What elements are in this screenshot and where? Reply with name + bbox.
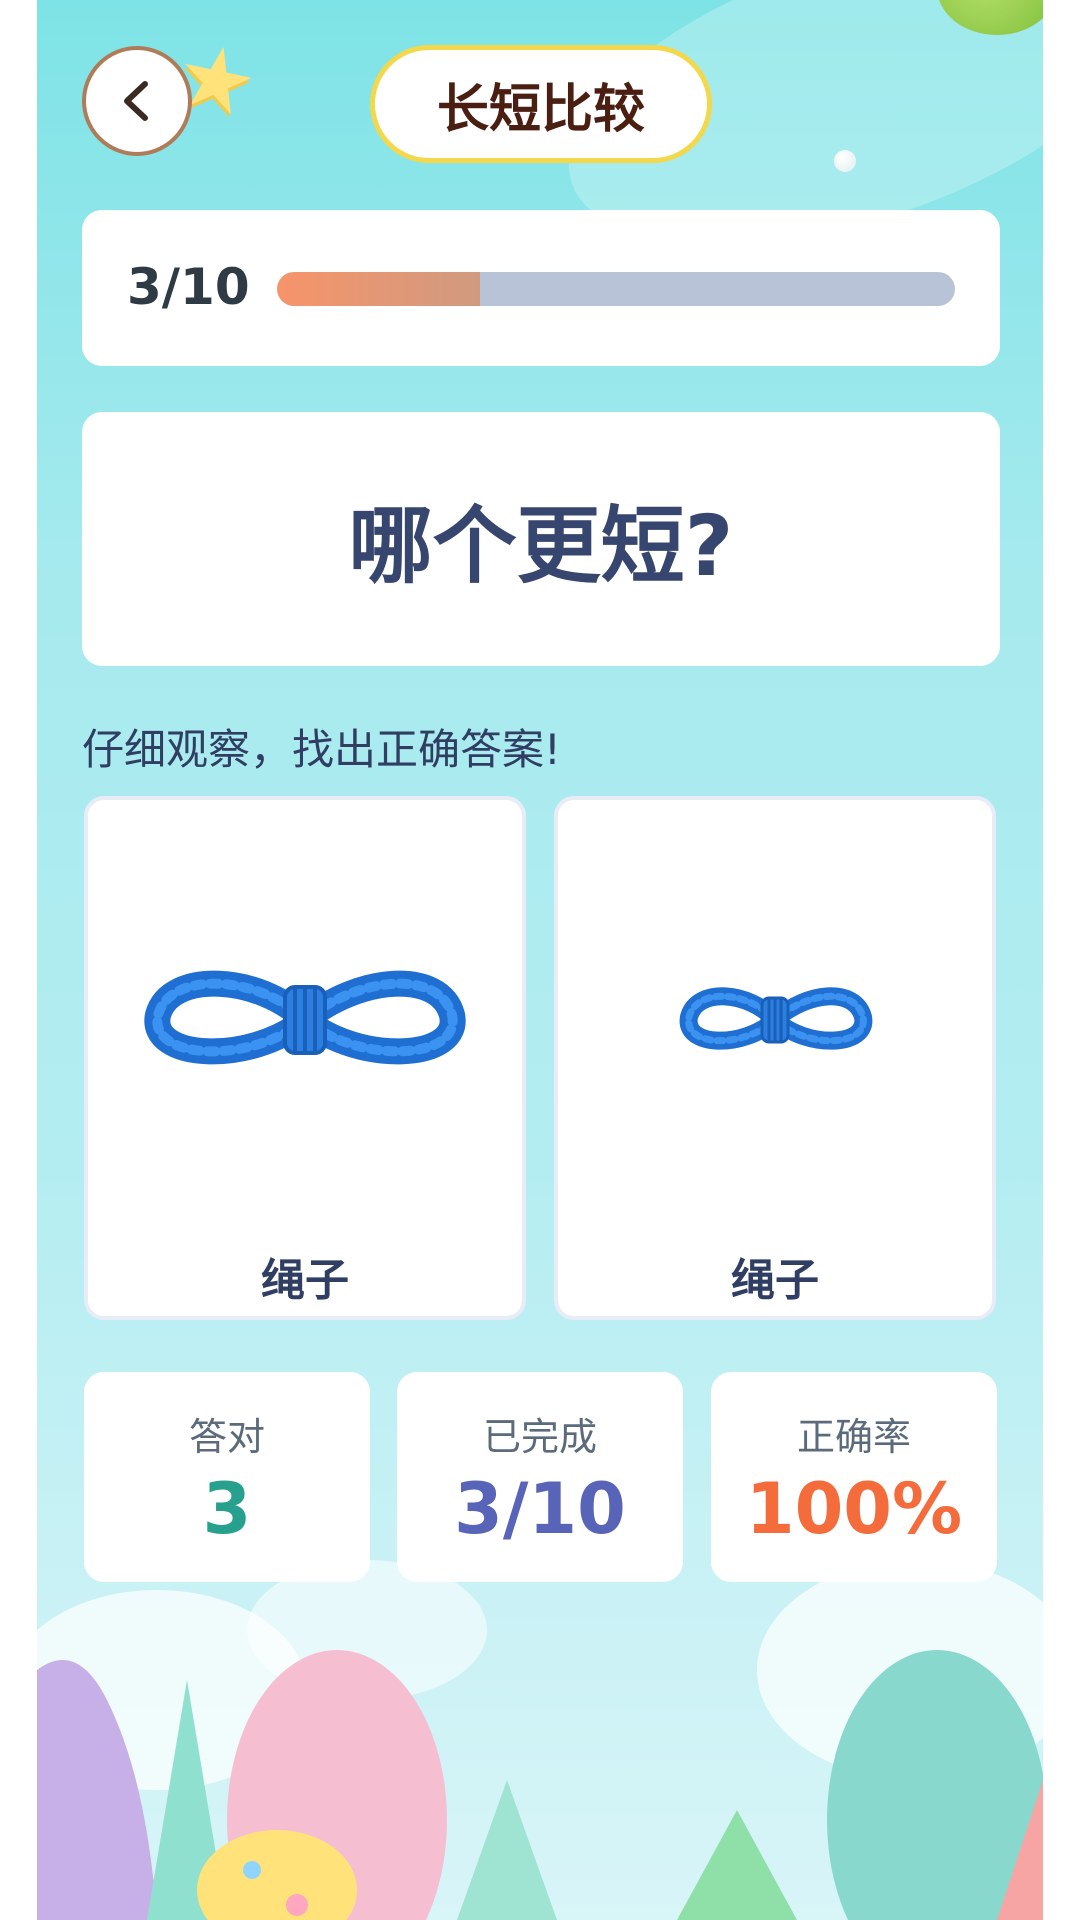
option-label: 绳子 [731,1255,819,1306]
stat-completed-label: 已完成 [482,1415,597,1459]
progress-bar-fill [277,272,481,306]
stat-completed-value: 3/10 [454,1468,626,1550]
game-screen: ★ 长短比较 3/10 哪个更短? 仔细观察，找出正确答案! 绳子 绳子 答对 … [37,0,1043,1920]
option-card-long-rope[interactable]: 绳子 [84,796,526,1320]
page-title: 长短比较 [370,45,712,163]
stat-accuracy-label: 正确率 [796,1415,911,1459]
stat-completed: 已完成 3/10 [397,1372,683,1582]
progress-card: 3/10 [82,210,1000,366]
background-bubble [834,150,856,172]
rope-icon [679,987,873,1050]
stat-correct: 答对 3 [84,1372,370,1582]
progress-bar [277,272,955,306]
question-card: 哪个更短? [82,412,1000,666]
question-text: 哪个更短? [348,496,734,595]
stat-correct-label: 答对 [188,1415,265,1459]
option-label: 绳子 [261,1255,349,1306]
stat-correct-value: 3 [202,1468,252,1550]
stat-accuracy: 正确率 100% [711,1372,997,1582]
background-scenery [37,1560,1043,1920]
rope-icon [144,970,466,1065]
page-title-text: 长短比较 [436,79,645,140]
stat-accuracy-value: 100% [745,1468,963,1550]
progress-counter: 3/10 [127,258,250,316]
back-button[interactable] [82,46,192,156]
chevron-left-icon [124,81,148,121]
hint-text: 仔细观察，找出正确答案! [82,725,561,774]
option-card-short-rope[interactable]: 绳子 [554,796,996,1320]
